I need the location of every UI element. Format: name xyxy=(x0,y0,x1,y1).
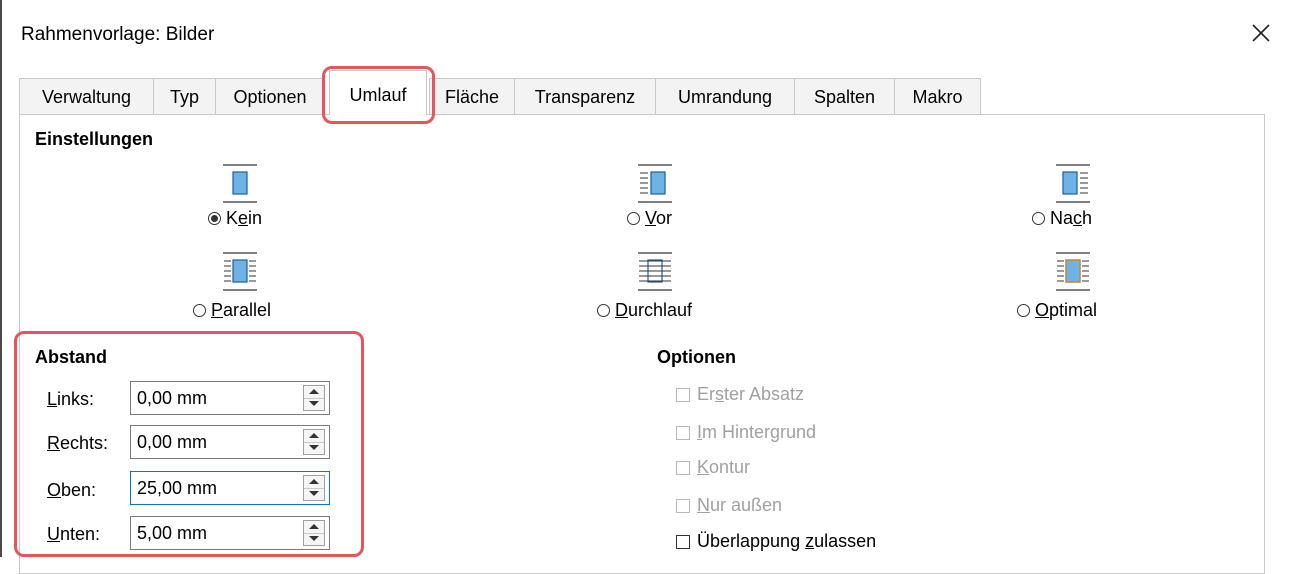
option-nur-aussen-label: Nur außen xyxy=(697,495,783,515)
radio-optimal-label: Optimal xyxy=(1035,300,1098,320)
option-erster-absatz[interactable]: Erster Absatz xyxy=(676,384,804,405)
radio-parallel-label: Parallel xyxy=(211,300,272,320)
oben-spin-buttons xyxy=(303,475,325,501)
radio-nach-indicator[interactable] xyxy=(1032,212,1045,225)
option-kontur-label: Kontur xyxy=(697,457,751,477)
radio-durchlauf-label: Durchlauf xyxy=(615,300,693,320)
unten-spin-buttons xyxy=(303,520,325,546)
tab-flaeche[interactable]: Fläche xyxy=(429,78,515,114)
option-ueberlappung[interactable]: Überlappung zulassen xyxy=(676,531,876,552)
radio-optimal[interactable]: Optimal xyxy=(1017,300,1097,321)
rechts-spin-down[interactable] xyxy=(304,442,324,454)
oben-input[interactable] xyxy=(131,472,291,504)
window-title: Rahmenvorlage: Bilder xyxy=(21,24,215,45)
unten-spin-down[interactable] xyxy=(304,533,324,545)
rechts-input[interactable] xyxy=(131,426,291,458)
option-kontur-checkbox[interactable] xyxy=(676,460,690,475)
wrap-through-icon xyxy=(638,252,672,291)
option-nur-aussen[interactable]: Nur außen xyxy=(676,495,782,516)
rechts-spin-buttons xyxy=(303,429,325,455)
wrap-before-icon xyxy=(638,164,672,203)
settings-heading: Einstellungen xyxy=(35,129,154,149)
radio-kein-indicator[interactable] xyxy=(208,212,221,225)
radio-durchlauf[interactable]: Durchlauf xyxy=(597,300,692,321)
tab-umlauf[interactable]: Umlauf xyxy=(329,70,427,115)
links-spin-buttons xyxy=(303,385,325,411)
radio-parallel[interactable]: Parallel xyxy=(193,300,271,321)
tab-umrandung[interactable]: Umrandung xyxy=(655,78,795,114)
unten-input[interactable] xyxy=(131,517,291,549)
oben-spinbox xyxy=(130,471,330,505)
option-im-hintergrund-checkbox[interactable] xyxy=(676,425,690,440)
spacing-heading: Abstand xyxy=(35,347,107,367)
wrap-optimal-icon xyxy=(1056,252,1090,291)
links-spinbox xyxy=(130,381,330,415)
wrap-after-icon xyxy=(1056,164,1090,203)
radio-nach[interactable]: Nach xyxy=(1032,208,1092,229)
wrap-none-icon xyxy=(223,164,257,203)
option-im-hintergrund[interactable]: Im Hintergrund xyxy=(676,422,816,443)
links-input[interactable] xyxy=(131,382,291,414)
option-ueberlappung-checkbox[interactable] xyxy=(676,534,690,549)
option-erster-absatz-label: Erster Absatz xyxy=(697,384,805,404)
option-im-hintergrund-label: Im Hintergrund xyxy=(697,422,817,442)
option-erster-absatz-checkbox[interactable] xyxy=(676,387,690,402)
links-spin-down[interactable] xyxy=(304,398,324,410)
unten-spinbox xyxy=(130,516,330,550)
option-nur-aussen-checkbox[interactable] xyxy=(676,498,690,513)
radio-vor-label: Vor xyxy=(645,208,673,228)
radio-nach-label: Nach xyxy=(1050,208,1093,228)
oben-label: Oben: xyxy=(47,480,97,500)
radio-durchlauf-indicator[interactable] xyxy=(597,304,610,317)
radio-kein-label: Kein xyxy=(226,208,263,228)
unten-label: Unten: xyxy=(47,524,101,544)
radio-optimal-indicator[interactable] xyxy=(1017,304,1030,317)
options-heading: Optionen xyxy=(657,347,736,367)
radio-vor[interactable]: Vor xyxy=(627,208,672,229)
radio-kein[interactable]: Kein xyxy=(208,208,262,229)
tab-makro[interactable]: Makro xyxy=(894,78,981,114)
option-ueberlappung-label: Überlappung zulassen xyxy=(697,531,877,551)
window-left-border xyxy=(0,0,2,557)
tab-optionen[interactable]: Optionen xyxy=(215,78,325,114)
rechts-label: Rechts: xyxy=(47,433,109,453)
close-button[interactable] xyxy=(1242,14,1280,52)
radio-vor-indicator[interactable] xyxy=(627,212,640,225)
tab-verwaltung[interactable]: Verwaltung xyxy=(19,78,154,114)
oben-spin-down[interactable] xyxy=(304,488,324,500)
tab-spalten[interactable]: Spalten xyxy=(794,78,895,114)
links-label: Links: xyxy=(47,389,95,409)
tab-transparenz[interactable]: Transparenz xyxy=(514,78,656,114)
option-kontur[interactable]: Kontur xyxy=(676,457,750,478)
tab-typ[interactable]: Typ xyxy=(153,78,216,114)
close-icon xyxy=(1252,24,1270,42)
wrap-parallel-icon xyxy=(223,252,257,291)
rechts-spinbox xyxy=(130,425,330,459)
radio-parallel-indicator[interactable] xyxy=(193,304,206,317)
